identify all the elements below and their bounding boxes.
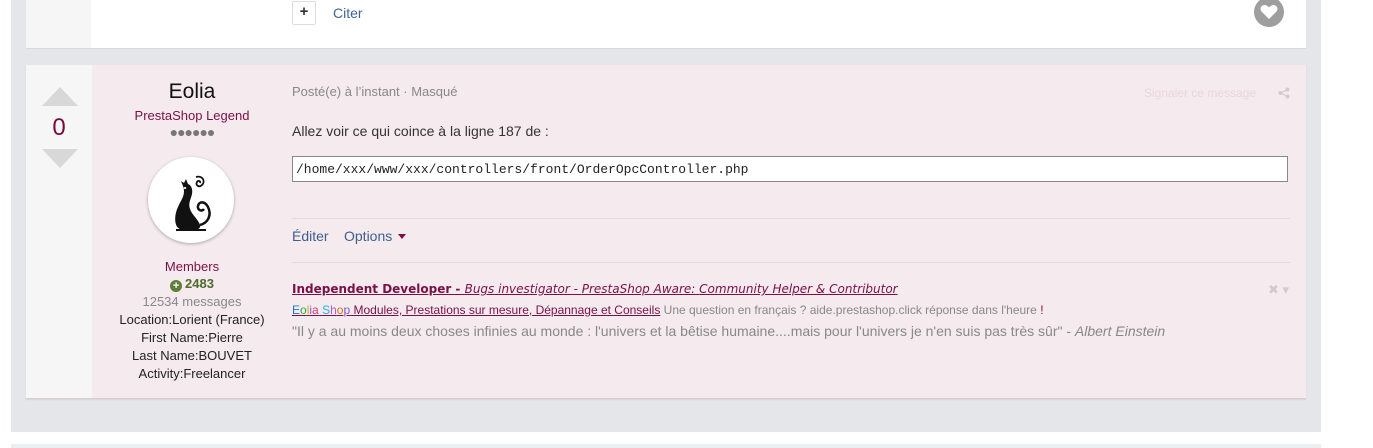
reputation-value: 2483 xyxy=(185,276,214,291)
signature-title: Independent Developer - Bugs investigato… xyxy=(292,282,898,297)
forum-post: 0 Eolia PrestaShop Legend ●●●●●● Members… xyxy=(26,65,1306,399)
quote-author: Albert Einstein xyxy=(1074,323,1166,339)
share-icon[interactable] xyxy=(1278,87,1290,99)
divider xyxy=(292,262,1290,263)
signature-note: Une question en français ? aide.prestash… xyxy=(660,303,1041,317)
previous-post: + Citer xyxy=(26,0,1306,49)
reputation-plus-icon: + xyxy=(170,280,183,292)
edit-link[interactable]: Éditer xyxy=(292,228,329,244)
brand-letter: E xyxy=(292,303,301,317)
options-label: Options xyxy=(344,228,393,244)
signature-role-2[interactable]: Bugs investigator - xyxy=(465,282,582,296)
post-body-text: Allez voir ce qui coince à la ligne 187 … xyxy=(292,123,549,139)
brand-letter: o xyxy=(300,303,307,317)
profile-activity: Activity:Freelancer xyxy=(138,366,246,381)
next-post-edge xyxy=(11,444,1321,448)
caret-down-icon xyxy=(398,234,407,239)
signature-quote: "Il y a au moins deux choses infinies au… xyxy=(292,323,1165,339)
heart-icon xyxy=(1260,5,1278,19)
vote-column: 0 xyxy=(26,65,92,398)
avatar[interactable] xyxy=(148,157,234,243)
rank-pips: ●●●●●● xyxy=(169,124,216,140)
eolia-shop-link[interactable]: Eolia Shop Modules, Prestations sur mesu… xyxy=(292,303,660,317)
upvote-arrow-icon[interactable] xyxy=(42,87,78,106)
code-block: /home/xxx/www/xxx/controllers/front/Orde… xyxy=(292,156,1288,182)
member-group: Members xyxy=(164,259,220,274)
cat-avatar-image xyxy=(148,157,234,243)
profile-location: Location:Lorient (France) xyxy=(119,312,265,327)
quote-text: "Il y a au moins deux choses infinies au… xyxy=(292,323,1075,339)
author-panel: Eolia PrestaShop Legend ●●●●●● Members +… xyxy=(92,65,292,398)
author-name[interactable]: Eolia xyxy=(92,80,292,104)
brand-letter: a xyxy=(312,303,319,317)
options-menu[interactable]: Options xyxy=(344,228,407,244)
post-content: Posté(e) à l’instant · Masqué Signaler c… xyxy=(292,65,1292,398)
profile-last-name: Last Name:BOUVET xyxy=(132,348,252,363)
profile-first-name: First Name:Pierre xyxy=(141,330,243,345)
author-rank: PrestaShop Legend xyxy=(134,108,250,123)
brand-letter: S xyxy=(322,303,331,317)
reputation: +2483 xyxy=(92,276,292,292)
signature-role[interactable]: Independent Developer - xyxy=(292,282,465,296)
signature-bang: ! xyxy=(1040,303,1044,317)
brand-letter: h xyxy=(330,303,337,317)
signature-role-4[interactable]: Community Helper & Contributor xyxy=(699,282,897,296)
signature-services-link: Modules, Prestations sur mesure, Dépanna… xyxy=(350,303,661,317)
multiquote-plus-button[interactable]: + xyxy=(292,1,316,25)
plus-icon: + xyxy=(299,3,309,20)
vote-count: 0 xyxy=(52,114,66,141)
signature-links: Eolia Shop Modules, Prestations sur mesu… xyxy=(292,303,1044,317)
cite-link[interactable]: Citer xyxy=(333,5,363,21)
divider xyxy=(292,218,1290,219)
downvote-arrow-icon[interactable] xyxy=(42,149,78,168)
previous-post-left-column xyxy=(26,0,91,48)
post-meta: Posté(e) à l’instant · Masqué xyxy=(292,84,458,99)
like-button[interactable] xyxy=(1254,0,1284,27)
signature-hide-control[interactable]: ✖ ▾ xyxy=(1268,282,1289,298)
report-link[interactable]: Signaler ce message xyxy=(1144,86,1256,100)
signature-role-3[interactable]: PrestaShop Aware: xyxy=(582,282,699,296)
message-count: 12534 messages xyxy=(142,294,242,309)
